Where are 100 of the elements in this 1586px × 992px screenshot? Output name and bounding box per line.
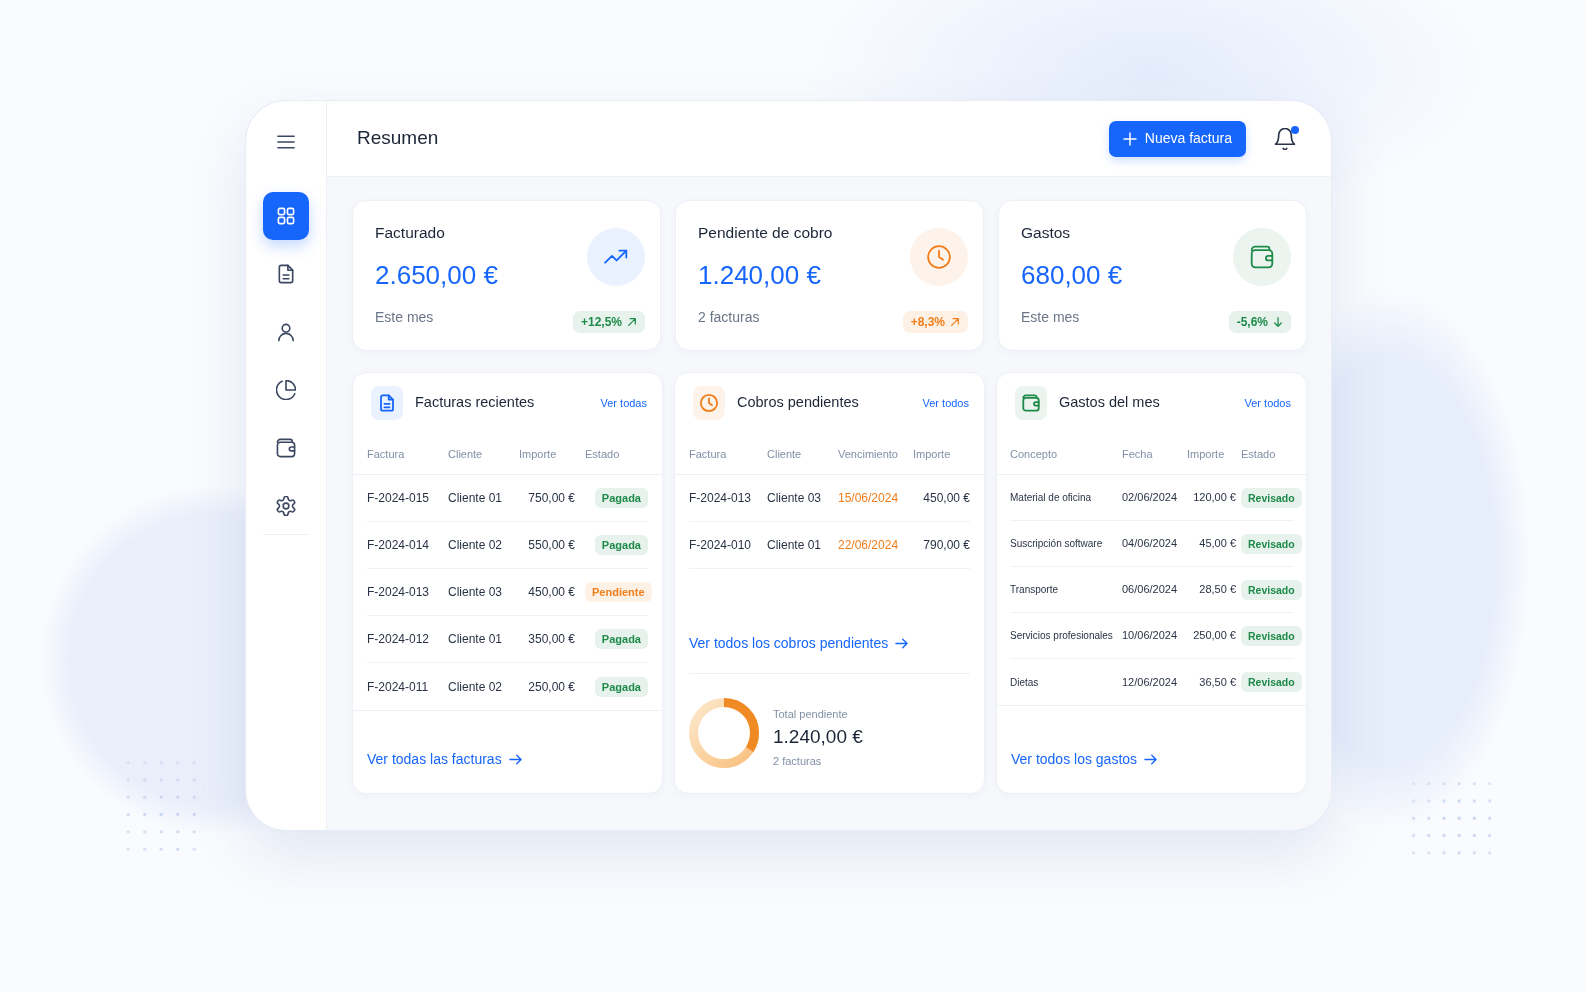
- date: 02/06/2024: [1122, 490, 1179, 506]
- status-badge: Pagada: [594, 676, 648, 697]
- amount: 550,00 €: [528, 537, 576, 554]
- date: 10/06/2024: [1122, 628, 1179, 644]
- invoice-number: F-2024-012: [367, 631, 431, 648]
- client-name: Cliente 03: [767, 490, 823, 507]
- status-badge: Pendiente: [585, 582, 652, 602]
- document-icon: [276, 264, 296, 284]
- card-title: Facturado: [375, 223, 445, 243]
- column-header: Estado: [585, 447, 621, 462]
- see-all-link[interactable]: Ver todas las facturas: [367, 750, 522, 768]
- trend-up-icon: [587, 228, 645, 286]
- invoice-number: F-2024-013: [367, 584, 431, 601]
- date: 06/06/2024: [1122, 582, 1179, 598]
- card-caption: 2 facturas: [698, 308, 760, 326]
- amount: 28,50 €: [1199, 582, 1237, 598]
- client-name: Cliente 02: [448, 678, 504, 696]
- date: 04/06/2024: [1122, 536, 1179, 552]
- summary-label: Total pendiente: [773, 707, 848, 721]
- expense-concept: Material de oficina: [1010, 491, 1093, 505]
- arrow-right-icon: [895, 636, 909, 650]
- column-header: Factura: [689, 447, 728, 462]
- donut-chart: [689, 698, 759, 768]
- card-amount: 1.240,00 €: [698, 259, 821, 291]
- column-header: Vencimiento: [838, 447, 899, 462]
- amount: 250,00 €: [1193, 628, 1237, 644]
- nav-button[interactable]: [263, 192, 309, 240]
- column-header: Fecha: [1122, 447, 1154, 462]
- invoice-number: F-2024-010: [689, 537, 753, 554]
- card-title: Gastos: [1021, 223, 1071, 243]
- see-all-link[interactable]: Ver todos los gastos: [1011, 750, 1158, 768]
- client-name: Cliente 03: [448, 584, 504, 601]
- expense-concept: Transporte: [1010, 583, 1059, 597]
- change-value: +8,3%: [910, 315, 945, 329]
- status-badge: Revisado: [1241, 672, 1302, 692]
- expense-concept: Servicios profesionales: [1010, 629, 1114, 643]
- column-header: Estado: [1241, 447, 1277, 462]
- see-all-link[interactable]: Ver todos: [922, 394, 969, 412]
- amount: 120,00 €: [1193, 490, 1237, 506]
- amount: 36,50 €: [1199, 674, 1237, 690]
- change-value: -5,6%: [1236, 315, 1268, 329]
- wallet-icon: [276, 438, 296, 458]
- amount: 250,00 €: [528, 678, 576, 696]
- invoice-number: F-2024-014: [367, 537, 431, 554]
- status-badge: Revisado: [1241, 625, 1302, 646]
- expense-concept: Dietas: [1010, 675, 1040, 690]
- wallet-icon: [1233, 228, 1291, 286]
- see-all-link[interactable]: Ver todos los cobros pendientes: [689, 634, 909, 652]
- client-name: Cliente 01: [448, 490, 504, 507]
- summary-caption: 2 facturas: [773, 754, 822, 768]
- person-icon: [276, 322, 296, 342]
- client-name: Cliente 01: [448, 631, 504, 648]
- wallet-icon: [1015, 386, 1047, 420]
- column-header: Cliente: [767, 447, 803, 462]
- amount: 750,00 €: [528, 490, 576, 507]
- new-invoice-button[interactable]: Nueva factura: [1108, 120, 1246, 157]
- due-date: 22/06/2024: [838, 537, 900, 554]
- card-amount: 680,00 €: [1021, 259, 1123, 291]
- due-date: 15/06/2024: [838, 490, 900, 507]
- column-header: Importe: [519, 447, 558, 462]
- expense-concept: Suscripción software: [1010, 537, 1104, 551]
- invoice-number: F-2024-013: [689, 490, 753, 507]
- status-badge: Pagada: [594, 535, 648, 555]
- change-value: +12,5%: [580, 315, 622, 329]
- status-badge: Revisado: [1241, 579, 1302, 600]
- column-header: Cliente: [448, 447, 484, 462]
- see-all-link[interactable]: Ver todas: [600, 394, 647, 412]
- invoice-number: F-2024-011: [367, 678, 430, 696]
- status-badge: Revisado: [1241, 533, 1302, 554]
- arrow-right-icon: [508, 752, 522, 766]
- amount: 450,00 €: [528, 584, 576, 601]
- notifications-button[interactable]: [1274, 127, 1296, 150]
- amount: 350,00 €: [528, 631, 576, 648]
- panel-title: Gastos del mes: [1059, 393, 1160, 413]
- card-amount: 2.650,00 €: [375, 259, 498, 291]
- column-header: Importe: [1187, 447, 1226, 462]
- card-title: Pendiente de cobro: [698, 223, 833, 243]
- bell-icon: [1274, 127, 1296, 150]
- amount: 45,00 €: [1199, 536, 1237, 552]
- column-header: Concepto: [1010, 447, 1059, 462]
- clock-icon: [693, 386, 725, 420]
- panel-title: Facturas recientes: [415, 393, 535, 413]
- arrow-right-icon: [1144, 752, 1158, 766]
- column-header: Factura: [367, 447, 406, 462]
- amount: 790,00 €: [923, 537, 970, 554]
- card-caption: Este mes: [375, 308, 434, 326]
- status-badge: Revisado: [1241, 487, 1302, 508]
- client-name: Cliente 02: [448, 537, 504, 554]
- see-all-link[interactable]: Ver todos: [1244, 394, 1291, 412]
- clock-icon: [910, 228, 968, 286]
- card-caption: Este mes: [1021, 308, 1080, 326]
- client-name: Cliente 01: [767, 537, 823, 554]
- plus-icon: [1122, 131, 1137, 146]
- invoice-number: F-2024-015: [367, 490, 431, 507]
- status-badge: Pagada: [594, 488, 648, 508]
- menu-icon: [276, 132, 296, 152]
- document-icon: [371, 386, 403, 420]
- grid-icon: [276, 206, 296, 226]
- panel-title: Cobros pendientes: [737, 393, 859, 413]
- page-title: Resumen: [357, 127, 439, 150]
